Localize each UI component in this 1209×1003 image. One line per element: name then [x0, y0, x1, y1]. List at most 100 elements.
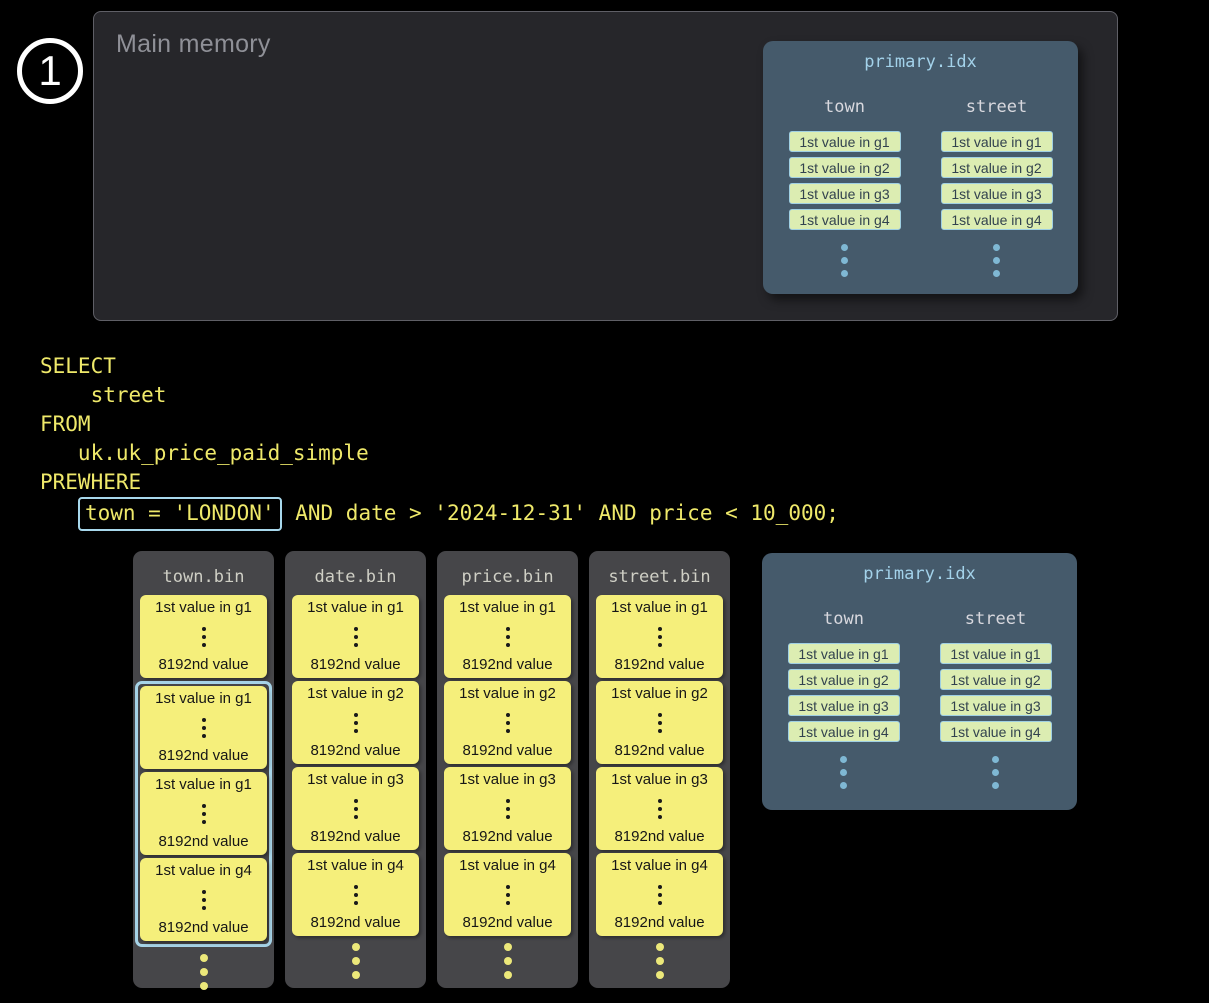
ellipsis-dot — [506, 729, 510, 733]
granule-block: 1st value in g18192nd value — [140, 686, 267, 769]
column-file-ellipsis — [133, 954, 274, 990]
ellipsis-dot — [202, 718, 206, 722]
primary-idx-title: primary.idx — [763, 41, 1078, 72]
ellipsis-dot — [656, 943, 664, 951]
ellipsis-dot — [658, 713, 662, 717]
ellipsis-dot — [841, 257, 848, 264]
granule-ellipsis — [658, 627, 662, 647]
granule-first-value: 1st value in g1 — [155, 690, 252, 708]
ellipsis-dot — [354, 799, 358, 803]
granule-last-value: 8192nd value — [462, 828, 552, 846]
column-file-ellipsis — [285, 943, 426, 979]
ellipsis-dot — [504, 943, 512, 951]
granule-first-value: 1st value in g1 — [307, 599, 404, 617]
index-column-town: town1st value in g11st value in g21st va… — [788, 609, 900, 789]
ellipsis-dot — [354, 729, 358, 733]
ellipsis-dot — [993, 257, 1000, 264]
sql-prewhere-condition: town = 'LONDON' AND date > '2024-12-31' … — [40, 501, 839, 525]
column-file-title: price.bin — [437, 551, 578, 587]
granule-last-value: 8192nd value — [158, 656, 248, 674]
ellipsis-dot — [200, 954, 208, 962]
granule-blocks: 1st value in g18192nd value1st value in … — [133, 595, 274, 947]
step-number: 1 — [38, 50, 61, 92]
index-entry-chip: 1st value in g4 — [789, 209, 901, 230]
granule-last-value: 8192nd value — [462, 656, 552, 674]
granule-last-value: 8192nd value — [614, 914, 704, 932]
granule-first-value: 1st value in g4 — [459, 857, 556, 875]
index-column-ellipsis — [993, 244, 1000, 277]
ellipsis-dot — [656, 957, 664, 965]
granule-block: 1st value in g4 8192nd value — [596, 853, 723, 936]
granule-ellipsis — [506, 885, 510, 905]
ellipsis-dot — [840, 769, 847, 776]
ellipsis-dot — [202, 898, 206, 902]
ellipsis-dot — [200, 982, 208, 990]
column-file-title: street.bin — [589, 551, 730, 587]
granule-block: 1st value in g18192nd value — [292, 595, 419, 678]
granule-ellipsis — [658, 799, 662, 819]
ellipsis-dot — [202, 820, 206, 824]
granule-first-value: 1st value in g2 — [307, 685, 404, 703]
ellipsis-dot — [354, 713, 358, 717]
primary-idx-title: primary.idx — [762, 553, 1077, 584]
granule-block: 1st value in g28192nd value — [596, 681, 723, 764]
ellipsis-dot — [354, 885, 358, 889]
ellipsis-dot — [352, 971, 360, 979]
granule-ellipsis — [506, 627, 510, 647]
granule-block: 1st value in g18192nd value — [140, 595, 267, 678]
granule-last-value: 8192nd value — [614, 656, 704, 674]
ellipsis-dot — [202, 804, 206, 808]
granule-last-value: 8192nd value — [462, 914, 552, 932]
column-file-date.bin: date.bin1st value in g18192nd value1st v… — [285, 551, 426, 988]
index-column-ellipsis — [840, 756, 847, 789]
index-entry-chip: 1st value in g1 — [941, 131, 1053, 152]
column-file-title: date.bin — [285, 551, 426, 587]
granule-last-value: 8192nd value — [614, 828, 704, 846]
granule-ellipsis — [202, 890, 206, 910]
sql-indent — [40, 501, 78, 525]
index-columns: town1st value in g11st value in g21st va… — [762, 609, 1077, 789]
index-entry-chip: 1st value in g2 — [788, 669, 900, 690]
index-entry-chip: 1st value in g2 — [789, 157, 901, 178]
index-column-header: street — [966, 97, 1027, 117]
ellipsis-dot — [992, 782, 999, 789]
index-entry-chip: 1st value in g4 — [940, 721, 1052, 742]
ellipsis-dot — [993, 244, 1000, 251]
ellipsis-dot — [506, 893, 510, 897]
granule-first-value: 1st value in g3 — [611, 771, 708, 789]
ellipsis-dot — [202, 890, 206, 894]
granule-last-value: 8192nd value — [310, 742, 400, 760]
granule-block: 1st value in g28192nd value — [444, 681, 571, 764]
ellipsis-dot — [202, 726, 206, 730]
granule-block: 1st value in g38192nd value — [292, 767, 419, 850]
ellipsis-dot — [658, 885, 662, 889]
index-column-header: town — [823, 609, 864, 629]
index-column-street: street1st value in g11st value in g21st … — [940, 609, 1052, 789]
ellipsis-dot — [656, 971, 664, 979]
primary-idx-panel-disk: primary.idx town1st value in g11st value … — [762, 553, 1077, 810]
index-entry-chip: 1st value in g3 — [789, 183, 901, 204]
ellipsis-dot — [202, 643, 206, 647]
sql-prewhere-rest: AND date > '2024-12-31' AND price < 10_0… — [283, 501, 839, 525]
index-column-header: street — [965, 609, 1026, 629]
ellipsis-dot — [200, 968, 208, 976]
primary-idx-panel-memory: primary.idxtown1st value in g11st value … — [763, 41, 1078, 294]
ellipsis-dot — [841, 270, 848, 277]
granule-first-value: 1st value in g4 — [611, 857, 708, 875]
granule-ellipsis — [354, 627, 358, 647]
ellipsis-dot — [354, 627, 358, 631]
main-memory-box: Main memory primary.idxtown1st value in … — [93, 11, 1118, 321]
ellipsis-dot — [658, 807, 662, 811]
ellipsis-dot — [658, 627, 662, 631]
ellipsis-dot — [202, 812, 206, 816]
granule-ellipsis — [506, 713, 510, 733]
ellipsis-dot — [354, 893, 358, 897]
ellipsis-dot — [202, 627, 206, 631]
index-entry-chip: 1st value in g1 — [789, 131, 901, 152]
ellipsis-dot — [992, 756, 999, 763]
granule-last-value: 8192nd value — [158, 833, 248, 851]
ellipsis-dot — [352, 957, 360, 965]
ellipsis-dot — [506, 713, 510, 717]
main-memory-label: Main memory — [116, 30, 271, 59]
granule-last-value: 8192nd value — [158, 919, 248, 937]
